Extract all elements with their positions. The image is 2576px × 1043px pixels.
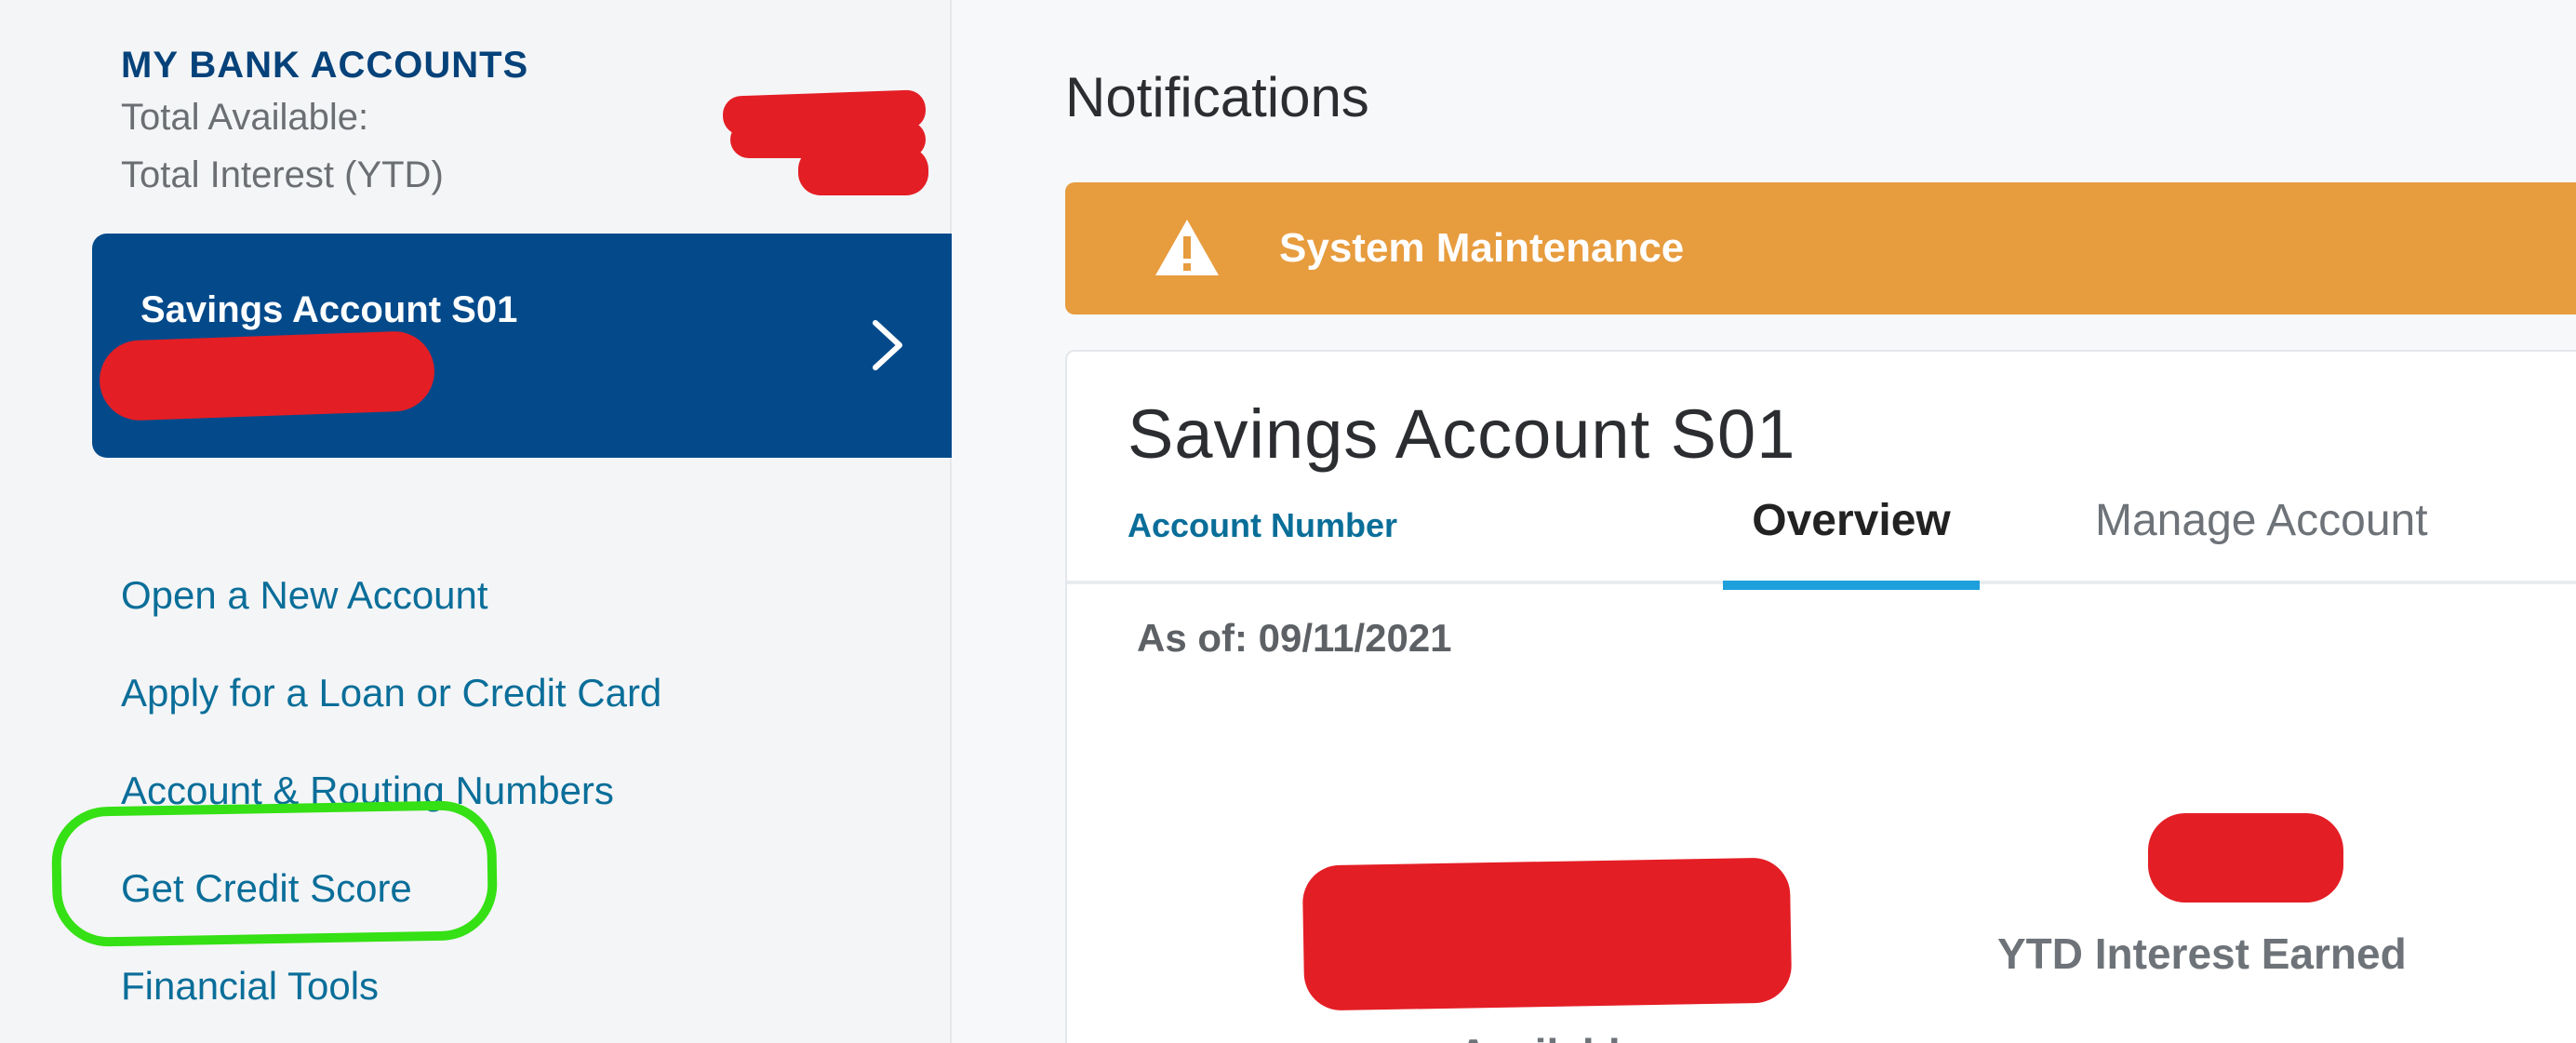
ytd-interest-earned-label: YTD Interest Earned: [1997, 929, 2407, 978]
my-bank-accounts-heading: MY BANK ACCOUNTS: [121, 45, 529, 86]
warning-icon: [1155, 220, 1219, 275]
redaction-ytd-interest: [2148, 813, 2343, 903]
total-interest-label: Total Interest (YTD): [121, 154, 444, 195]
account-panel-title: Savings Account S01: [1128, 395, 1796, 473]
tab-overview[interactable]: Overview: [1723, 495, 1980, 590]
maintenance-banner[interactable]: System Maintenance: [1065, 182, 2576, 314]
account-card-name: Savings Account S01: [140, 289, 518, 330]
redaction-total-interest: [798, 147, 928, 195]
total-available-label: Total Available:: [121, 97, 369, 138]
as-of-date: As of: 09/11/2021: [1137, 616, 1452, 660]
financial-tools-link[interactable]: Financial Tools: [121, 964, 379, 1009]
banner-text: System Maintenance: [1279, 225, 1685, 271]
chevron-right-icon[interactable]: [866, 317, 907, 373]
redaction-available-balance: [1301, 857, 1793, 1011]
redaction-account-balance: [98, 329, 436, 422]
tab-manage-account[interactable]: Manage Account: [2095, 495, 2428, 568]
notifications-title: Notifications: [1065, 66, 1369, 128]
main-content: Notifications System Maintenance Savings…: [952, 0, 2576, 1043]
apply-loan-credit-card-link[interactable]: Apply for a Loan or Credit Card: [121, 671, 661, 715]
account-panel: Savings Account S01 Account Number Overv…: [1065, 350, 2576, 1043]
available-balance-label: Available: [1458, 1029, 1644, 1043]
account-card-savings[interactable]: Savings Account S01: [92, 234, 952, 458]
sidebar: MY BANK ACCOUNTS Total Available: Total …: [0, 0, 952, 1043]
open-new-account-link[interactable]: Open a New Account: [121, 573, 488, 618]
account-number-link[interactable]: Account Number: [1128, 506, 1397, 545]
credit-score-highlight-annotation: [50, 799, 499, 948]
account-panel-header: Savings Account S01 Account Number Overv…: [1067, 352, 2576, 590]
